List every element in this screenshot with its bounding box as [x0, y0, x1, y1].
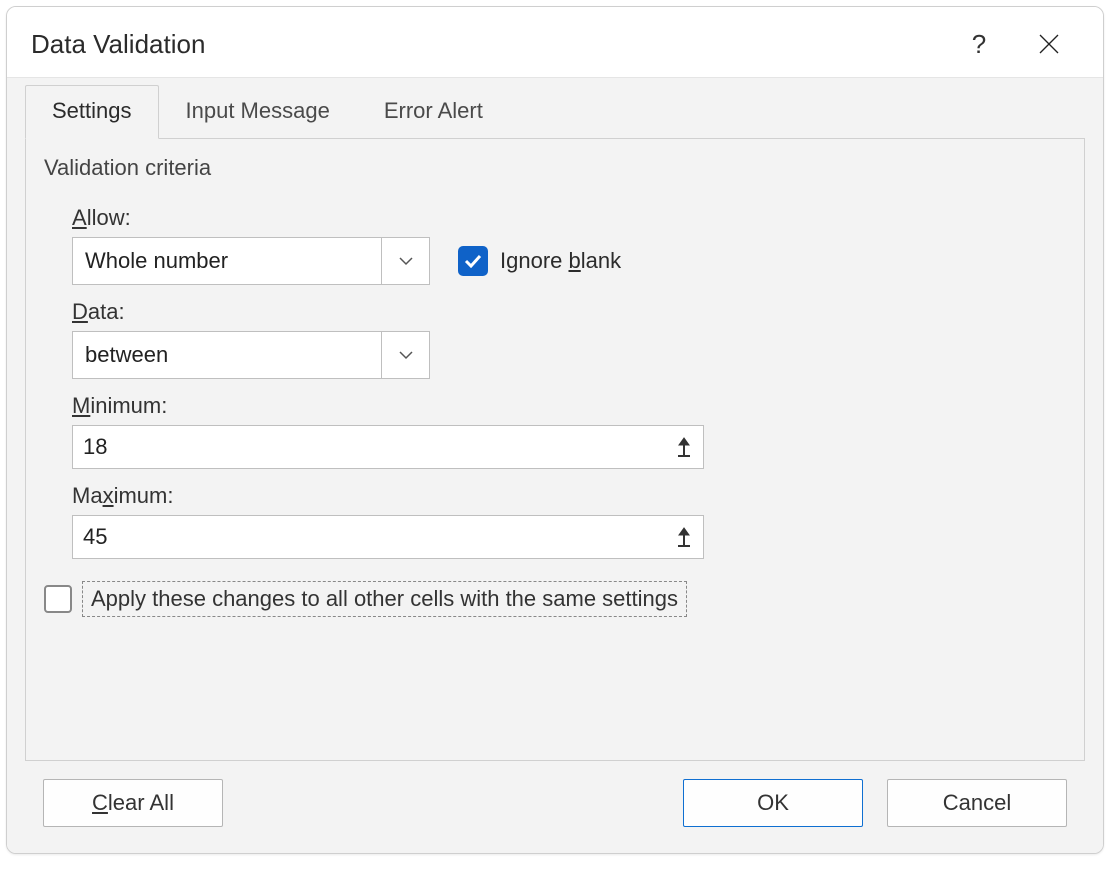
- data-combo[interactable]: between: [72, 331, 430, 379]
- ignore-blank-label: Ignore blank: [500, 248, 621, 274]
- maximum-label: Maximum:: [72, 483, 1056, 509]
- titlebar: Data Validation ?: [7, 7, 1103, 77]
- collapse-range-icon: [676, 437, 692, 457]
- checkbox-box: [458, 246, 488, 276]
- check-icon: [464, 254, 482, 268]
- settings-panel: Validation criteria Allow: Whole number: [25, 138, 1085, 761]
- minimum-collapse-button[interactable]: [665, 426, 703, 468]
- tab-settings[interactable]: Settings: [25, 85, 159, 139]
- maximum-refedit[interactable]: [72, 515, 704, 559]
- collapse-range-icon: [676, 527, 692, 547]
- data-label: Data:: [72, 299, 1056, 325]
- data-validation-dialog: Data Validation ? Settings Input Message…: [6, 6, 1104, 854]
- minimum-label: Minimum:: [72, 393, 1056, 419]
- minimum-input[interactable]: [73, 426, 665, 468]
- allow-combo-button[interactable]: [381, 238, 429, 284]
- cancel-button[interactable]: Cancel: [887, 779, 1067, 827]
- chevron-down-icon: [399, 350, 413, 360]
- allow-combo-value: Whole number: [73, 238, 381, 284]
- ok-button[interactable]: OK: [683, 779, 863, 827]
- data-combo-button[interactable]: [381, 332, 429, 378]
- dialog-footer: Clear All OK Cancel: [25, 761, 1085, 835]
- dialog-body: Settings Input Message Error Alert Valid…: [7, 77, 1103, 853]
- apply-all-checkbox[interactable]: Apply these changes to all other cells w…: [44, 581, 1056, 617]
- close-button[interactable]: [1019, 21, 1079, 67]
- allow-combo[interactable]: Whole number: [72, 237, 430, 285]
- help-button[interactable]: ?: [949, 21, 1009, 67]
- validation-criteria-label: Validation criteria: [44, 155, 1056, 181]
- apply-all-label: Apply these changes to all other cells w…: [82, 581, 687, 617]
- data-combo-value: between: [73, 332, 381, 378]
- tab-error-alert[interactable]: Error Alert: [357, 85, 510, 139]
- dialog-title: Data Validation: [31, 29, 949, 60]
- chevron-down-icon: [399, 256, 413, 266]
- checkbox-box: [44, 585, 72, 613]
- tab-row: Settings Input Message Error Alert: [25, 82, 1085, 138]
- tab-input-message[interactable]: Input Message: [159, 85, 357, 139]
- allow-label: Allow:: [72, 205, 1056, 231]
- maximum-collapse-button[interactable]: [665, 516, 703, 558]
- clear-all-button[interactable]: Clear All: [43, 779, 223, 827]
- criteria-block: Allow: Whole number Ignore blank: [72, 191, 1056, 559]
- close-icon: [1038, 33, 1060, 55]
- minimum-refedit[interactable]: [72, 425, 704, 469]
- ignore-blank-checkbox[interactable]: Ignore blank: [458, 246, 621, 276]
- maximum-input[interactable]: [73, 516, 665, 558]
